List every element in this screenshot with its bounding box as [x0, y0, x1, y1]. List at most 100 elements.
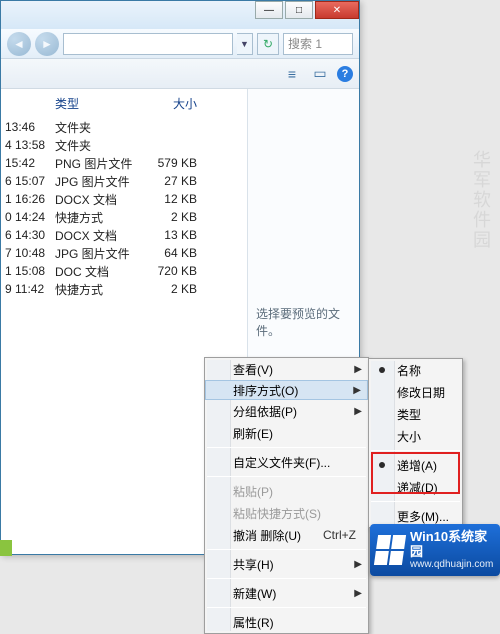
cell-time: 13:46	[1, 120, 51, 134]
table-row[interactable]: 0 14:24快捷方式2 KB	[1, 208, 247, 226]
menu-separator	[207, 447, 366, 448]
table-row[interactable]: 1 16:26DOCX 文档12 KB	[1, 190, 247, 208]
cell-type: 快捷方式	[51, 281, 143, 298]
menu-item-new[interactable]: 新建(W) ▶	[205, 582, 368, 604]
menu-label: 递增(A)	[397, 457, 437, 474]
cell-size: 12 KB	[143, 192, 203, 206]
col-date[interactable]	[1, 95, 51, 112]
window-titlebar: — □ ✕	[1, 1, 359, 29]
sort-by-size[interactable]: 大小	[369, 425, 462, 447]
menu-label: 共享(H)	[233, 556, 274, 573]
cell-type: PNG 图片文件	[51, 155, 143, 172]
menu-label: 修改日期	[397, 384, 445, 401]
cell-time: 6 14:30	[1, 228, 51, 242]
watermark-title: Win10系统家园	[410, 530, 494, 559]
cell-time: 9 11:42	[1, 282, 51, 296]
address-bar[interactable]	[63, 33, 233, 55]
sort-ascending[interactable]: 递增(A)	[369, 454, 462, 476]
menu-item-paste-shortcut: 粘贴快捷方式(S)	[205, 502, 368, 524]
table-row[interactable]: 7 10:48JPG 图片文件64 KB	[1, 244, 247, 262]
menu-item-view[interactable]: 查看(V) ▶	[205, 358, 368, 380]
cell-time: 6 15:07	[1, 174, 51, 188]
menu-label: 名称	[397, 362, 421, 379]
menu-item-properties[interactable]: 属性(R)	[205, 611, 368, 633]
table-row[interactable]: 6 14:30DOCX 文档13 KB	[1, 226, 247, 244]
table-row[interactable]: 1 15:08DOC 文档720 KB	[1, 262, 247, 280]
submenu-arrow-icon: ▶	[354, 588, 362, 599]
sort-by-date[interactable]: 修改日期	[369, 381, 462, 403]
back-button[interactable]: ◄	[7, 32, 31, 56]
menu-item-undo[interactable]: 撤消 删除(U) Ctrl+Z	[205, 524, 368, 546]
menu-item-customize-folder[interactable]: 自定义文件夹(F)...	[205, 451, 368, 473]
menu-label: 更多(M)...	[397, 508, 449, 525]
cell-type: JPG 图片文件	[51, 245, 143, 262]
menu-separator	[371, 501, 460, 502]
menu-item-refresh[interactable]: 刷新(E)	[205, 422, 368, 444]
cell-size: 720 KB	[143, 264, 203, 278]
menu-item-paste: 粘贴(P)	[205, 480, 368, 502]
table-row[interactable]: 4 13:58文件夹	[1, 136, 247, 154]
menu-label: 属性(R)	[233, 614, 274, 631]
windows-flag-icon	[374, 535, 406, 565]
table-row[interactable]: 9 11:42快捷方式2 KB	[1, 280, 247, 298]
table-row[interactable]: 13:46文件夹	[1, 118, 247, 136]
cell-time: 15:42	[1, 156, 51, 170]
cell-type: DOCX 文档	[51, 227, 143, 244]
submenu-arrow-icon: ▶	[353, 385, 361, 396]
table-row[interactable]: 6 15:07JPG 图片文件27 KB	[1, 172, 247, 190]
menu-separator	[207, 578, 366, 579]
col-size[interactable]: 大小	[143, 95, 203, 112]
cell-type: DOCX 文档	[51, 191, 143, 208]
cell-type: 文件夹	[51, 119, 143, 136]
menu-label: 撤消 删除(U)	[233, 527, 301, 544]
menu-shortcut: Ctrl+Z	[323, 528, 356, 542]
radio-dot-icon	[379, 367, 385, 373]
menu-label: 排序方式(O)	[233, 382, 298, 399]
menu-label: 新建(W)	[233, 585, 276, 602]
menu-item-sort[interactable]: 排序方式(O) ▶	[205, 380, 368, 400]
menu-separator	[207, 607, 366, 608]
refresh-button[interactable]: ↻	[257, 33, 279, 55]
menu-item-share[interactable]: 共享(H)▶	[205, 553, 368, 575]
sort-by-type[interactable]: 类型	[369, 403, 462, 425]
menu-label: 查看(V)	[233, 361, 273, 378]
cell-time: 7 10:48	[1, 246, 51, 260]
sort-descending[interactable]: 递减(D)	[369, 476, 462, 498]
column-headers[interactable]: 类型 大小	[1, 93, 247, 118]
sort-submenu: 名称 修改日期 类型 大小 递增(A) 递减(D) 更多(M)...	[368, 358, 463, 528]
watermark-url: www.qdhuajin.com	[410, 559, 494, 570]
search-input[interactable]: 搜索 1	[283, 33, 353, 55]
close-button[interactable]: ✕	[315, 1, 359, 19]
cell-size: 13 KB	[143, 228, 203, 242]
cell-time: 1 15:08	[1, 264, 51, 278]
help-icon[interactable]: ?	[337, 66, 353, 82]
watermark-text-block: Win10系统家园 www.qdhuajin.com	[410, 530, 494, 570]
cell-size: 27 KB	[143, 174, 203, 188]
cell-size: 2 KB	[143, 282, 203, 296]
address-dropdown[interactable]: ▼	[237, 33, 253, 55]
nav-bar: ◄ ► ▼ ↻ 搜索 1	[1, 29, 359, 59]
submenu-arrow-icon: ▶	[354, 364, 362, 375]
menu-label: 类型	[397, 406, 421, 423]
views-button[interactable]: ≡	[281, 64, 303, 84]
menu-label: 大小	[397, 428, 421, 445]
forward-button[interactable]: ►	[35, 32, 59, 56]
cell-type: 快捷方式	[51, 209, 143, 226]
maximize-button[interactable]: □	[285, 1, 313, 19]
cell-size: 2 KB	[143, 210, 203, 224]
preview-pane-button[interactable]: ▭	[309, 64, 331, 84]
menu-separator	[207, 476, 366, 477]
menu-label: 粘贴快捷方式(S)	[233, 505, 321, 522]
table-row[interactable]: 15:42PNG 图片文件579 KB	[1, 154, 247, 172]
command-bar: ≡ ▭ ?	[1, 59, 359, 89]
cell-time: 1 16:26	[1, 192, 51, 206]
cell-time: 4 13:58	[1, 138, 51, 152]
minimize-button[interactable]: —	[255, 1, 283, 19]
cell-type: JPG 图片文件	[51, 173, 143, 190]
col-type[interactable]: 类型	[51, 95, 143, 112]
context-menu: 查看(V) ▶ 排序方式(O) ▶ 分组依据(P)▶ 刷新(E) 自定义文件夹(F)…	[204, 357, 369, 634]
sort-by-name[interactable]: 名称	[369, 359, 462, 381]
menu-separator	[207, 549, 366, 550]
menu-item-group[interactable]: 分组依据(P)▶	[205, 400, 368, 422]
menu-label: 递减(D)	[397, 479, 438, 496]
